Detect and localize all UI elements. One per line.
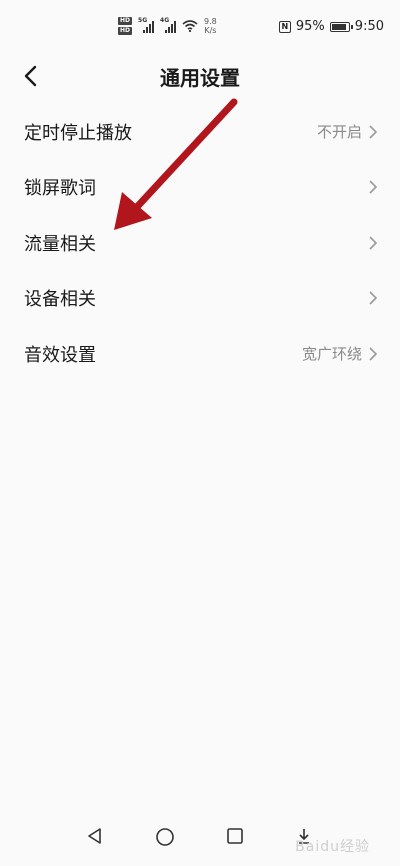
setting-value: 宽广环绕	[301, 345, 362, 364]
network-speed: 9.8 K/s	[204, 17, 217, 35]
battery-percent: 95%	[295, 19, 325, 34]
battery-icon	[329, 21, 353, 32]
setting-label: 设备相关	[24, 289, 96, 311]
status-left-group: HD HD 5G 4G 9.8 K/s	[118, 17, 217, 35]
setting-item-data-usage[interactable]: 流量相关	[0, 215, 400, 271]
chevron-right-icon	[369, 291, 378, 305]
network-speed-unit: K/s	[204, 26, 217, 35]
chevron-right-icon	[369, 180, 378, 194]
square-recents-icon[interactable]	[226, 827, 244, 845]
chevron-right-icon	[369, 125, 378, 139]
hd-badge-2: HD	[118, 27, 133, 35]
header: 通用设置	[0, 56, 400, 96]
setting-value: 不开启	[316, 123, 362, 142]
wifi-icon	[182, 20, 198, 32]
status-bar: HD HD 5G 4G 9.8 K/s N 95% 9:50	[0, 0, 400, 56]
network-speed-value: 9.8	[204, 17, 217, 26]
setting-label: 锁屏歌词	[24, 178, 96, 200]
setting-item-sound-effects[interactable]: 音效设置 宽广环绕	[0, 326, 400, 382]
circle-home-icon[interactable]	[155, 827, 175, 847]
setting-item-lockscreen-lyrics[interactable]: 锁屏歌词	[0, 160, 400, 216]
triangle-back-icon[interactable]	[86, 827, 104, 845]
setting-item-device[interactable]: 设备相关	[0, 271, 400, 327]
watermark: Baidu经验	[295, 839, 370, 855]
clock: 9:50	[354, 19, 384, 34]
setting-label: 流量相关	[24, 233, 96, 255]
setting-label: 音效设置	[24, 344, 96, 366]
setting-item-timer-stop[interactable]: 定时停止播放 不开启	[0, 104, 400, 160]
signal-icon-4g: 4G	[160, 17, 177, 33]
status-right-group: N 95% 9:50	[278, 19, 384, 34]
navigation-bar: Baidu经验	[0, 810, 400, 866]
chevron-right-icon	[369, 347, 378, 361]
nfc-icon: N	[278, 20, 291, 33]
hd-badges: HD HD	[118, 17, 133, 35]
page-title: 通用设置	[160, 66, 240, 90]
chevron-right-icon	[369, 236, 378, 250]
settings-list: 定时停止播放 不开启 锁屏歌词 流量相关 设备相关 音效设置 宽广环绕	[0, 104, 400, 382]
battery-fill	[331, 23, 347, 30]
signal-icon-5g: 5G	[138, 17, 155, 33]
setting-label: 定时停止播放	[24, 122, 132, 144]
hd-badge-1: HD	[118, 17, 133, 25]
